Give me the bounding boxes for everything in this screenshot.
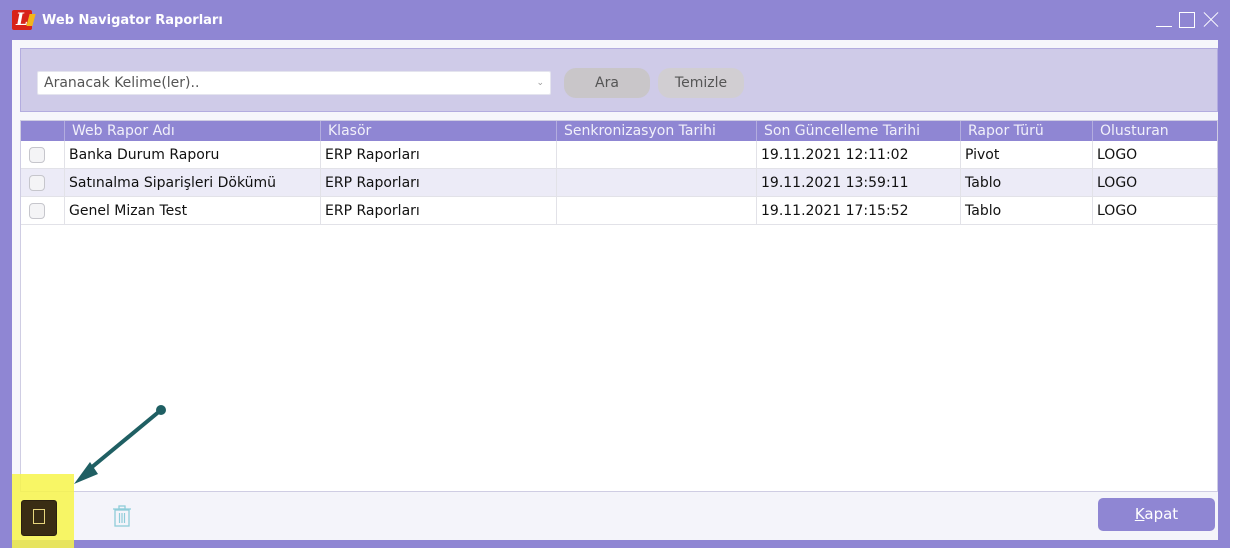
window-title: Web Navigator Raporları [42,13,223,28]
row-select-cell [21,197,65,225]
report-type-cell: Pivot [961,141,1093,169]
folder-cell: ERP Raporları [321,169,557,197]
row-select-cell [21,169,65,197]
table-row[interactable]: Satınalma Siparişleri Dökümü ERP Raporla… [21,169,1217,197]
row-checkbox[interactable] [29,175,45,191]
title-bar[interactable]: L Web Navigator Raporları [2,2,1228,40]
app-logo-icon: L [12,10,32,30]
close-icon[interactable] [1200,10,1220,30]
folder-cell: ERP Raporları [321,141,557,169]
window-client-area: ⌄ Ara Temizle Web Rapor Adı Klasör Senkr… [12,40,1218,540]
table-row[interactable]: Banka Durum Raporu ERP Raporları 19.11.2… [21,141,1217,169]
minimize-icon[interactable] [1154,10,1174,30]
report-name-cell: Genel Mizan Test [65,197,321,225]
trash-icon[interactable] [112,504,132,528]
search-button[interactable]: Ara [564,68,650,98]
column-header-creator[interactable]: Olusturan [1093,121,1217,141]
chevron-down-icon[interactable]: ⌄ [536,76,544,90]
folder-cell: ERP Raporları [321,197,557,225]
report-type-cell: Tablo [961,169,1093,197]
report-name-cell: Banka Durum Raporu [65,141,321,169]
reports-grid: Web Rapor Adı Klasör Senkronizasyon Tari… [20,120,1218,492]
search-input[interactable] [44,74,514,92]
search-panel: ⌄ Ara Temizle [20,48,1218,112]
sync-date-cell [557,197,757,225]
row-select-cell [21,141,65,169]
column-header-folder[interactable]: Klasör [321,121,557,141]
updated-date-cell: 19.11.2021 17:15:52 [757,197,961,225]
row-checkbox[interactable] [29,203,45,219]
close-button-label: apat [1144,505,1179,523]
search-combobox[interactable]: ⌄ [37,71,551,95]
grid-header: Web Rapor Adı Klasör Senkronizasyon Tari… [21,121,1217,141]
app-logo-letter: L [16,10,28,30]
close-button[interactable]: Kapat [1098,498,1215,531]
new-document-icon [33,509,45,524]
creator-cell: LOGO [1097,147,1138,163]
column-header-sync-date[interactable]: Senkronizasyon Tarihi [557,121,757,141]
column-header-updated-date[interactable]: Son Güncelleme Tarihi [757,121,961,141]
updated-date-cell: 19.11.2021 13:59:11 [757,169,961,197]
column-header-report-type[interactable]: Rapor Türü [961,121,1093,141]
creator-cell: LOGO [1097,175,1138,191]
sync-date-cell [557,141,757,169]
row-checkbox[interactable] [29,147,45,163]
column-header-select[interactable] [21,121,65,141]
new-report-button[interactable] [21,500,57,536]
close-button-accelerator: K [1134,505,1145,523]
web-navigator-window: L Web Navigator Raporları ⌄ Ara Temizle … [0,0,1230,548]
maximize-icon[interactable] [1177,10,1197,30]
report-type-cell: Tablo [961,197,1093,225]
column-header-report-name[interactable]: Web Rapor Adı [65,121,321,141]
report-name-cell: Satınalma Siparişleri Dökümü [65,169,321,197]
table-row[interactable]: Genel Mizan Test ERP Raporları 19.11.202… [21,197,1217,225]
updated-date-cell: 19.11.2021 12:11:02 [757,141,961,169]
clear-button[interactable]: Temizle [658,68,744,98]
sync-date-cell [557,169,757,197]
creator-cell: LOGO [1097,203,1138,219]
footer-bar [20,492,1218,540]
